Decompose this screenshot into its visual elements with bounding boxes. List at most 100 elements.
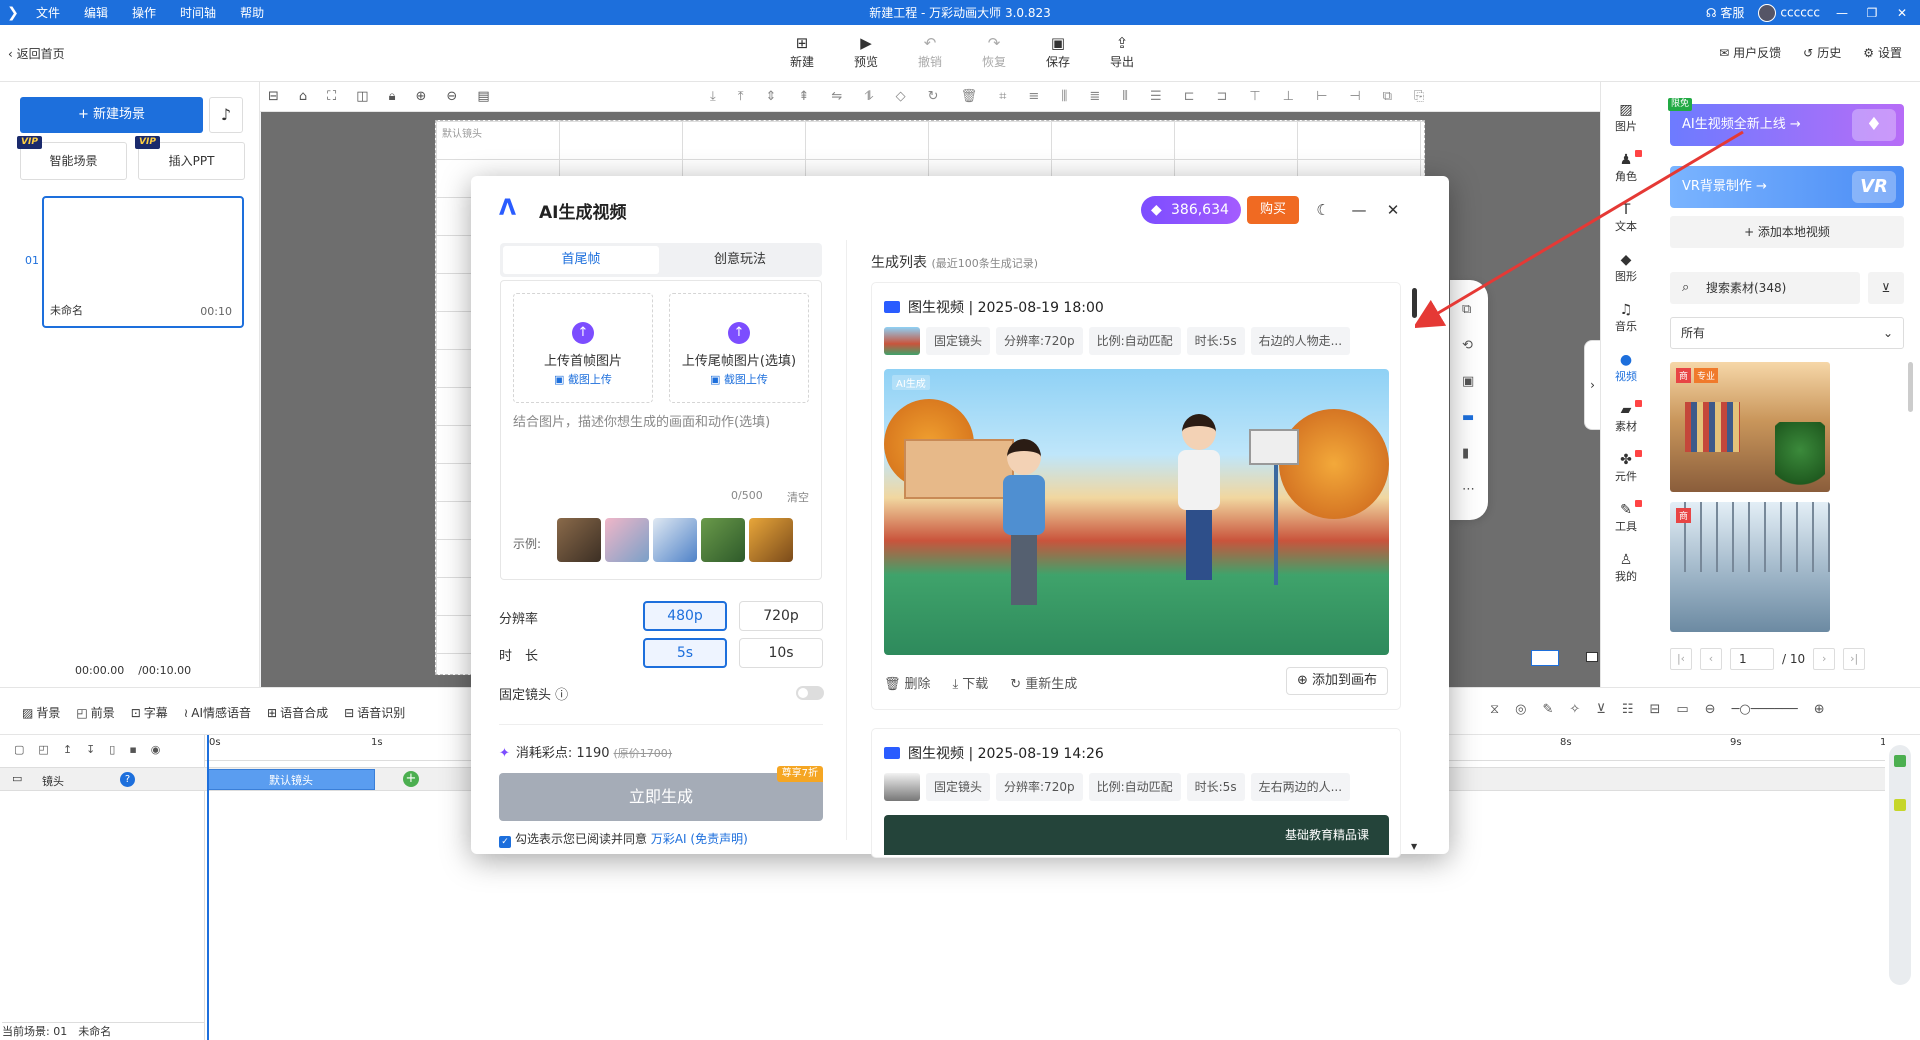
upload-first-frame[interactable]: ↑ 上传首帧图片 ▣ 截图上传	[513, 293, 653, 403]
last-page-icon[interactable]: ›|	[1843, 648, 1866, 670]
effect-icon[interactable]: ✧	[1569, 702, 1580, 717]
camera-icon[interactable]: ◫	[356, 89, 368, 104]
prompt-textarea[interactable]: 结合图片，描述你想生成的画面和动作(选填)	[513, 411, 809, 501]
tab-first-last-frame[interactable]: 首尾帧	[503, 246, 659, 274]
scroll-down-icon[interactable]: ▼	[1411, 842, 1417, 851]
restore-icon[interactable]: ❐	[1864, 6, 1880, 20]
asset-thumbnail[interactable]: 商 专业	[1670, 362, 1830, 492]
agreement-checkbox[interactable]: ✓ 勾选表示您已阅读并同意 万彩AI (免责声明)	[499, 830, 748, 848]
add-folder-icon[interactable]: ◰	[38, 743, 48, 756]
page-input[interactable]: 1	[1730, 648, 1774, 670]
sidebar-item-music[interactable]: ♫ 音乐	[1601, 302, 1651, 334]
group-icon[interactable]: ⊏	[1184, 89, 1195, 104]
history-button[interactable]: ↺ 历史	[1803, 44, 1841, 61]
save-button[interactable]: ▣ 保存	[1026, 33, 1090, 70]
fullscreen-icon[interactable]	[1586, 652, 1598, 662]
fit-screen-icon[interactable]: ⛶	[327, 89, 336, 104]
user-menu[interactable]: cccccc	[1758, 3, 1820, 22]
unlock-icon[interactable]: ◇	[896, 89, 906, 104]
export-button[interactable]: ⇪ 导出	[1090, 33, 1154, 70]
home-icon[interactable]: ⌂	[299, 89, 307, 104]
scene-card[interactable]: 未命名 00:10	[42, 196, 244, 328]
screenshot-upload-link[interactable]: ▣ 截图上传	[670, 371, 808, 387]
playhead[interactable]	[207, 735, 209, 1040]
menu-operate[interactable]: 操作	[122, 4, 166, 21]
new-button[interactable]: ⊞ 新建	[770, 33, 834, 70]
add-layer-icon[interactable]: ▢	[14, 743, 24, 756]
sidebar-item-component[interactable]: ✤ 元件	[1601, 450, 1651, 484]
camera-track-header[interactable]: ▭ 镜头 ?	[0, 767, 205, 791]
category-select[interactable]: 所有 ⌄	[1670, 317, 1904, 349]
example-thumbnail[interactable]	[749, 518, 793, 562]
delete-icon[interactable]: 🗑︎	[961, 89, 978, 104]
minimize-icon[interactable]: —	[1834, 6, 1850, 20]
default-shot-clip[interactable]: 默认镜头	[207, 769, 375, 790]
layout-icon[interactable]: ▤	[477, 89, 489, 104]
back-home-link[interactable]: ‹ 返回首页	[8, 45, 65, 62]
sidebar-item-tools[interactable]: ✎ 工具	[1601, 500, 1651, 534]
sidebar-item-text[interactable]: T 文本	[1601, 202, 1651, 234]
zoom-out-icon[interactable]: ⊖	[446, 89, 457, 104]
background-button[interactable]: ▨ 背景	[22, 704, 60, 721]
close-icon[interactable]: ✕	[1381, 196, 1405, 224]
insert-ppt-button[interactable]: VIP 插入PPT	[135, 136, 245, 180]
foreground-button[interactable]: ◰ 前景	[76, 704, 114, 721]
distribute-icon[interactable]: ⇞	[798, 89, 809, 104]
points-balance[interactable]: ◆ 386,634	[1141, 196, 1241, 224]
settings-button[interactable]: ⚙ 设置	[1863, 44, 1902, 61]
download-button[interactable]: ⤓ 下载	[953, 673, 989, 692]
match-width-icon[interactable]: ⊣	[1349, 89, 1360, 104]
video-preview[interactable]: 基础教育精品课	[884, 815, 1389, 855]
sidebar-item-shape[interactable]: ◆ 图形	[1601, 252, 1651, 284]
duration-5s[interactable]: 5s	[643, 638, 727, 668]
new-scene-button[interactable]: + 新建场景	[20, 97, 203, 133]
space-v-icon[interactable]: ☰	[1150, 89, 1162, 104]
split-icon[interactable]: ⊟	[1649, 702, 1660, 717]
help-icon[interactable]: ?	[120, 772, 135, 787]
chevron-right-icon[interactable]: ›	[1584, 340, 1600, 430]
float-screen-icon[interactable]: ▬	[1462, 410, 1474, 425]
asset-thumbnail[interactable]: 商	[1670, 502, 1830, 632]
float-phone-icon[interactable]: ▮	[1462, 446, 1469, 461]
fixed-shot-toggle[interactable]	[796, 686, 824, 700]
filter-tl-icon[interactable]: ⊻	[1596, 702, 1606, 717]
search-input[interactable]: ⌕ 搜索素材(348)	[1670, 272, 1860, 304]
undo-button[interactable]: ↶ 撤销	[898, 33, 962, 70]
asr-button[interactable]: ⊟ 语音识别	[344, 704, 405, 721]
move-down-icon[interactable]: ↧	[86, 743, 95, 756]
moon-icon[interactable]: ☾	[1311, 196, 1335, 224]
example-thumbnail[interactable]	[557, 518, 601, 562]
question-icon[interactable]: ⓘ	[555, 688, 568, 703]
paste-icon[interactable]: ⎘	[1414, 89, 1424, 104]
float-tool-icon[interactable]: ⟲	[1462, 338, 1473, 353]
duration-10s[interactable]: 10s	[739, 638, 823, 668]
snapshot-icon[interactable]: ◎	[1515, 702, 1526, 717]
sidebar-item-video[interactable]: ● 视频	[1601, 352, 1651, 384]
video-preview[interactable]: AI生成	[884, 369, 1389, 655]
zoom-out-tl-icon[interactable]: ⊖	[1705, 702, 1716, 717]
sidebar-item-role[interactable]: ♟ 角色	[1601, 150, 1651, 184]
align-top-icon[interactable]: ⤒	[738, 89, 744, 104]
transition-icon[interactable]: ⧖	[1490, 702, 1499, 717]
regenerate-button[interactable]: ↻ 重新生成	[1010, 673, 1077, 692]
center-h-icon[interactable]: ⊤	[1249, 89, 1260, 104]
music-note-icon[interactable]: ♪	[209, 97, 243, 133]
sidebar-item-mine[interactable]: ♙ 我的	[1601, 552, 1651, 584]
close-window-icon[interactable]: ✕	[1894, 6, 1910, 20]
space-h-icon[interactable]: ⦀	[1122, 89, 1128, 104]
flip-v-icon[interactable]: ⥮	[864, 89, 873, 104]
minimize-dialog-icon[interactable]: —	[1347, 196, 1371, 224]
preview-button[interactable]: ▶ 预览	[834, 33, 898, 70]
align-middle-icon[interactable]: ⇕	[766, 89, 777, 104]
example-thumbnail[interactable]	[653, 518, 697, 562]
sidebar-item-material[interactable]: ▰ 素材	[1601, 400, 1651, 434]
rotate-icon[interactable]: ↻	[928, 89, 939, 104]
align-bottom-icon[interactable]: ⤓	[710, 89, 716, 104]
menu-help[interactable]: 帮助	[230, 4, 274, 21]
list-scrollbar[interactable]	[1412, 288, 1417, 318]
eye-icon[interactable]: ◉	[151, 743, 161, 756]
add-to-canvas-button[interactable]: ⊕ 添加到画布	[1285, 667, 1388, 695]
example-thumbnail[interactable]	[701, 518, 745, 562]
menu-timeline[interactable]: 时间轴	[170, 4, 226, 21]
lock-layer-icon[interactable]: ▪	[129, 743, 136, 756]
